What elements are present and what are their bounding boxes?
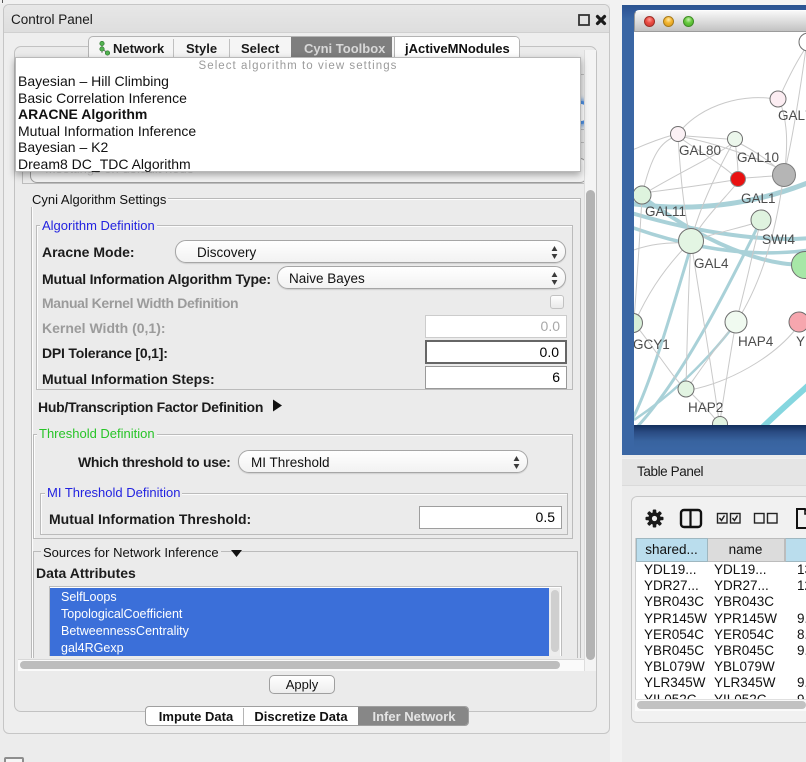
svg-text:GAL11: GAL11 <box>645 204 686 219</box>
svg-text:GAL4: GAL4 <box>694 256 729 271</box>
svg-text:GCY1: GCY1 <box>634 337 670 352</box>
svg-text:SWI4: SWI4 <box>762 232 795 247</box>
svg-text:GAL7: GAL7 <box>778 108 806 123</box>
svg-text:GAL10: GAL10 <box>737 150 779 165</box>
svg-text:HAP2: HAP2 <box>688 400 723 415</box>
svg-text:YM: YM <box>796 334 806 349</box>
svg-text:GAL1: GAL1 <box>741 191 776 206</box>
svg-text:HAP4: HAP4 <box>738 334 774 349</box>
svg-text:GAL80: GAL80 <box>679 143 721 158</box>
